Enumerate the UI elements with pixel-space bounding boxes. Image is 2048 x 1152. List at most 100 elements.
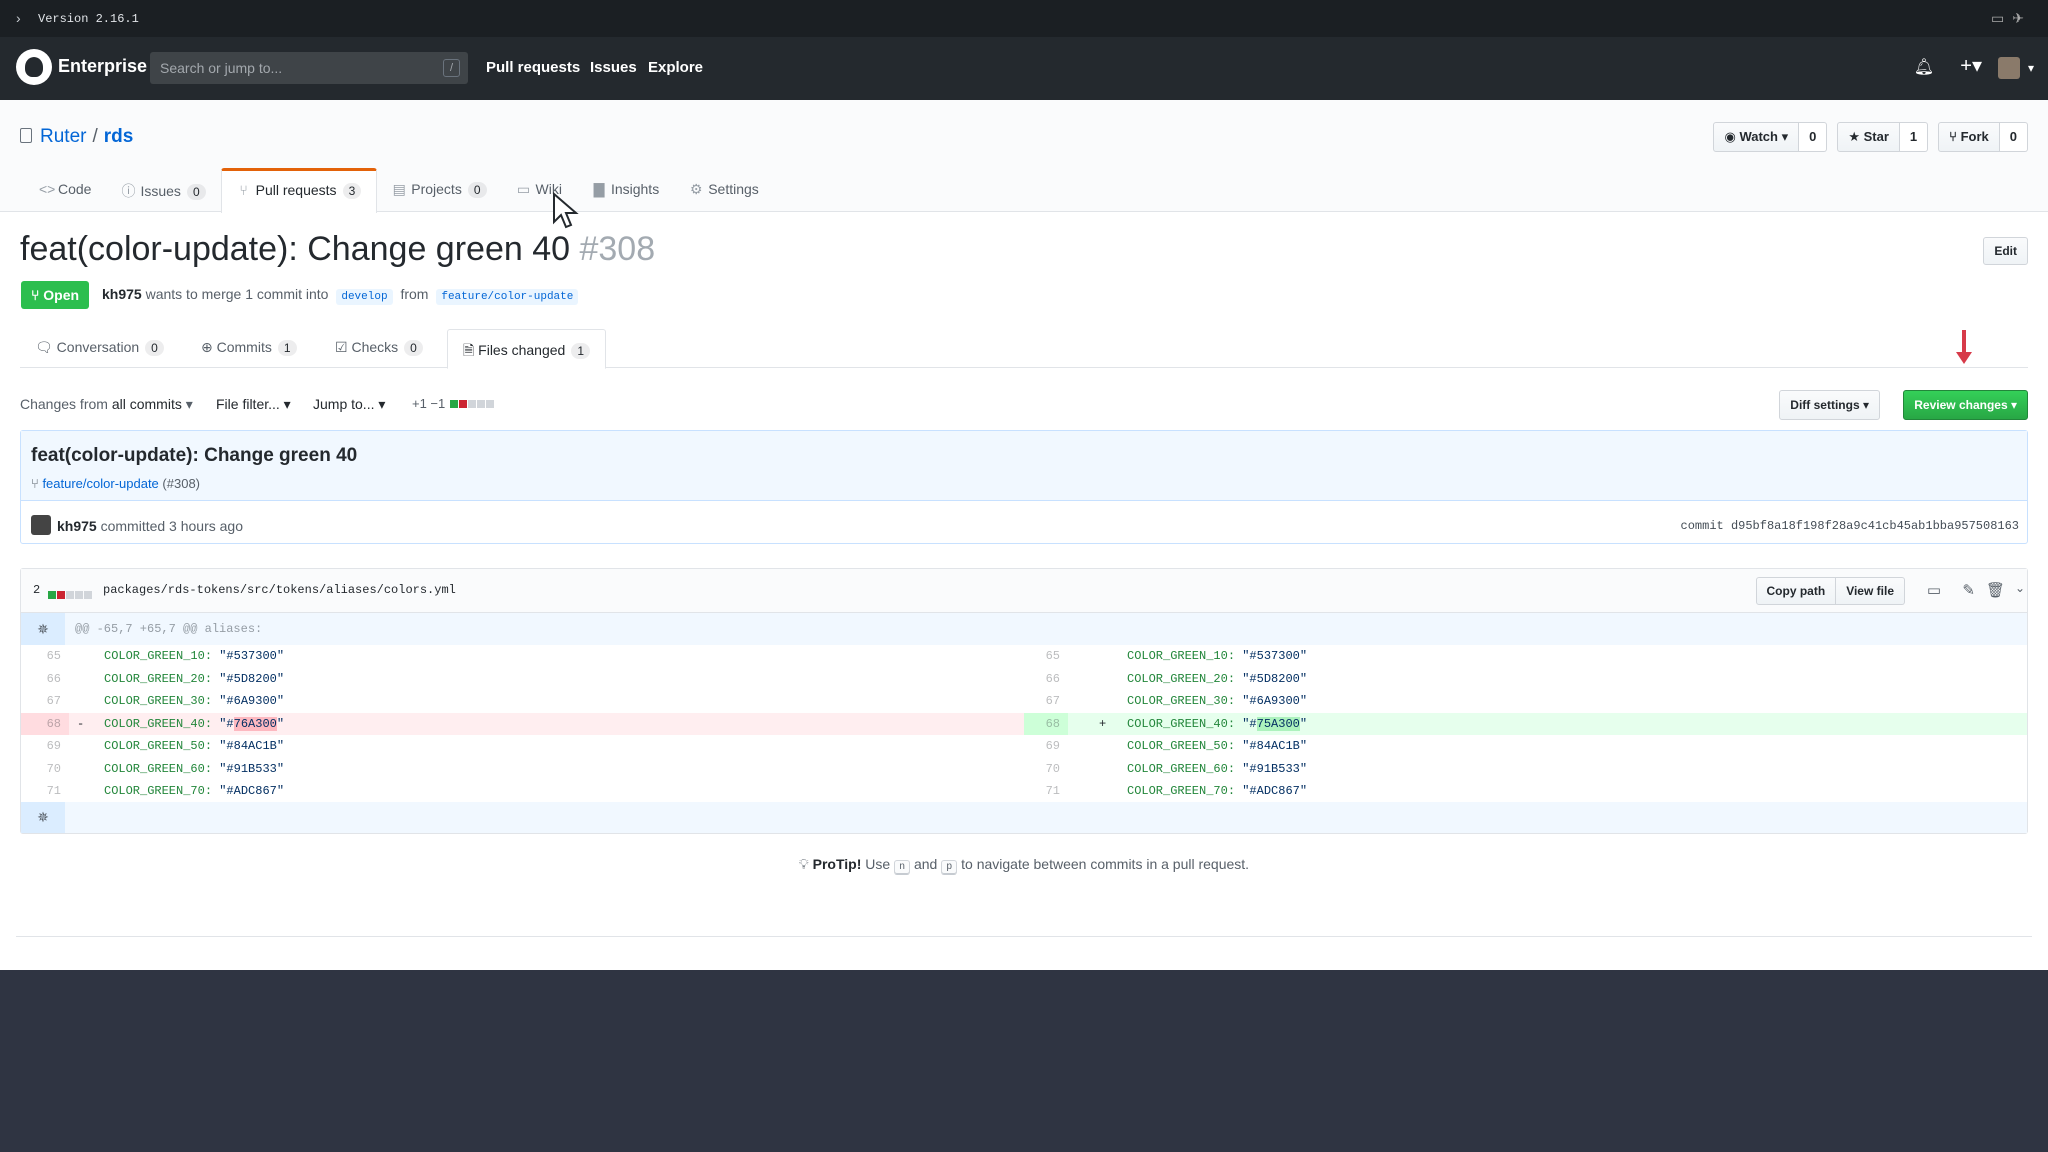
tab-pull-requests[interactable]: ⑂ Pull requests 3 [220, 168, 378, 213]
nav-explore[interactable]: Explore [648, 59, 703, 76]
expand-icon[interactable]: ✵ [21, 802, 65, 833]
expand-icon[interactable]: ✵ [21, 613, 65, 645]
changes-from-dropdown[interactable]: Changes from all commits ▾ [20, 396, 193, 413]
gear-icon: ⚙ [689, 181, 703, 197]
bell-icon[interactable]: 🔔︎ [1914, 57, 1934, 77]
file-path[interactable]: packages/rds-tokens/src/tokens/aliases/c… [103, 583, 456, 597]
tab-projects[interactable]: ▤ Projects 0 [377, 168, 501, 212]
page-content: Ruter / rds ◉ Watch ▾ 0 ★ Star 1 ⑂ Fork 0 … [0, 100, 2048, 970]
status-badge: ⑂ Open [21, 281, 90, 309]
file-diff: 2 packages/rds-tokens/src/tokens/aliases… [20, 568, 2028, 834]
new-line-number[interactable]: 71 [1024, 780, 1068, 803]
repo-icon [20, 128, 32, 143]
file-header: 2 packages/rds-tokens/src/tokens/aliases… [21, 569, 2027, 613]
star-button[interactable]: ★ Star [1837, 122, 1900, 152]
pr-tabs: 🗨︎ Conversation 0 ⊕ Commits 1 ☑ Checks 0 🗎︎… [20, 329, 2028, 369]
file-diffstat [47, 586, 92, 604]
tab-files-changed[interactable]: 🗎︎ Files changed 1 [447, 329, 607, 369]
tab-settings[interactable]: ⚙ Settings [674, 168, 774, 212]
chevron-down-icon[interactable]: ▾ [2028, 61, 2034, 75]
tab-insights[interactable]: ▇ Insights [577, 168, 674, 212]
pr-author-link[interactable]: kh975 [102, 286, 142, 302]
new-line-number[interactable]: 70 [1024, 758, 1068, 781]
new-line-number[interactable]: 66 [1024, 668, 1068, 691]
new-line-code: COLOR_GREEN_60: "#91B533" [1127, 761, 1308, 776]
enterprise-label[interactable]: Enterprise [58, 56, 147, 77]
search-input[interactable]: Search or jump to... / [150, 52, 468, 84]
desktop-icon[interactable]: ▭ [1927, 581, 1941, 599]
issue-icon: ⓘ [121, 183, 136, 199]
avatar[interactable] [31, 515, 51, 535]
new-line-number[interactable]: 67 [1024, 690, 1068, 713]
commit-sha[interactable]: commit d95bf8a18f198f28a9c41cb45ab1bba95… [1681, 519, 2019, 533]
branch-icon: ⑂ [31, 476, 39, 491]
new-line-number[interactable]: 65 [1024, 645, 1068, 668]
tab-commits[interactable]: ⊕ Commits 1 [186, 329, 312, 369]
jump-to-dropdown[interactable]: Jump to... ▾ [313, 396, 385, 413]
old-line-number[interactable]: 70 [21, 758, 69, 781]
pencil-icon[interactable]: ✎ [1962, 581, 1975, 599]
copy-path-button[interactable]: Copy path [1755, 577, 1837, 605]
old-line-code: COLOR_GREEN_30: "#6A9300" [104, 694, 285, 708]
new-line-number[interactable]: 68 [1024, 712, 1068, 735]
new-line-code: COLOR_GREEN_30: "#6A9300" [1127, 694, 1308, 708]
repo-name-link[interactable]: rds [104, 126, 134, 147]
nav-pull-requests[interactable]: Pull requests [486, 59, 580, 76]
window-controls[interactable]: ▭✈ [1991, 10, 2032, 27]
divider [16, 936, 2032, 937]
old-line-number[interactable]: 67 [21, 690, 69, 713]
mouse-cursor-icon [553, 192, 579, 229]
star-count[interactable]: 1 [1899, 122, 1929, 152]
repo-owner-link[interactable]: Ruter [40, 126, 86, 147]
diffstat: +1 −1 [412, 396, 494, 411]
old-line-code: COLOR_GREEN_40: "#76A300" [104, 716, 285, 731]
book-icon: ▭ [516, 181, 531, 197]
watch-count[interactable]: 0 [1799, 122, 1828, 152]
new-line-number[interactable]: 69 [1024, 735, 1068, 758]
review-changes-button[interactable]: Review changes ▾ [1903, 390, 2028, 420]
protip: 💡︎ ProTip! Use n and p to navigate betwe… [798, 856, 1250, 875]
nav-issues[interactable]: Issues [590, 59, 637, 76]
base-branch[interactable]: develop [336, 289, 393, 305]
pull-requests-counter: 3 [342, 183, 362, 199]
tab-issues[interactable]: ⓘ Issues 0 [106, 168, 220, 212]
new-line-code: COLOR_GREEN_40: "#75A300" [1127, 716, 1308, 731]
hunk-text: @@ -65,7 +65,7 @@ aliases: [75, 622, 263, 636]
watch-button[interactable]: ◉ Watch ▾ [1713, 122, 1800, 152]
fork-button[interactable]: ⑂ Fork [1938, 122, 2000, 152]
head-branch[interactable]: feature/color-update [436, 289, 579, 305]
old-line-number[interactable]: 69 [21, 735, 69, 758]
trash-icon[interactable]: 🗑︎ [1986, 581, 2005, 599]
old-line-number[interactable]: 68 [21, 712, 69, 735]
chevron-down-icon[interactable]: ⌄ [2015, 581, 2025, 595]
diff-settings-button[interactable]: Diff settings ▾ [1779, 390, 1880, 420]
repo-header: Ruter / rds ◉ Watch ▾ 0 ★ Star 1 ⑂ Fork 0 … [0, 100, 2048, 213]
commit-summary: feat(color-update): Change green 40 ⑂ fe… [20, 430, 2028, 544]
fork-icon: ⑂ [1949, 129, 1957, 144]
old-line-number[interactable]: 66 [21, 668, 69, 691]
tab-code[interactable]: <> Code [24, 168, 106, 212]
avatar[interactable] [1998, 57, 2020, 79]
old-line-number[interactable]: 71 [21, 780, 69, 803]
new-line-code: COLOR_GREEN_10: "#537300" [1127, 649, 1308, 663]
tab-checks[interactable]: ☑ Checks 0 [320, 329, 438, 369]
file-filter-dropdown[interactable]: File filter... ▾ [216, 396, 291, 413]
tab-conversation[interactable]: 🗨︎ Conversation 0 [20, 329, 179, 369]
file-change-count: 2 [33, 583, 41, 597]
view-file-button[interactable]: View file [1836, 577, 1905, 605]
github-logo-icon[interactable] [16, 49, 52, 85]
fork-count[interactable]: 0 [1999, 122, 2028, 152]
new-line-code: COLOR_GREEN_50: "#84AC1B" [1127, 739, 1308, 753]
plus-icon[interactable]: +▾ [1960, 53, 1982, 78]
pr-meta: kh975 wants to merge 1 commit into devel… [102, 286, 582, 305]
diff-row: 66 COLOR_GREEN_20: "#5D8200" 66 COLOR_GREEN… [21, 668, 2027, 691]
commit-meta: kh975 committed 3 hours ago [31, 515, 243, 535]
search-shortcut-key: / [443, 59, 460, 77]
repo-title: Ruter / rds [20, 126, 133, 148]
issues-counter: 0 [186, 184, 206, 200]
chevron-right-icon[interactable]: › [16, 10, 21, 26]
old-line-number[interactable]: 65 [21, 645, 69, 668]
diff-row: 70 COLOR_GREEN_60: "#91B533" 70 COLOR_GREEN… [21, 758, 2027, 781]
commit-title[interactable]: feat(color-update): Change green 40 [31, 445, 357, 467]
edit-button[interactable]: Edit [1983, 237, 2028, 265]
